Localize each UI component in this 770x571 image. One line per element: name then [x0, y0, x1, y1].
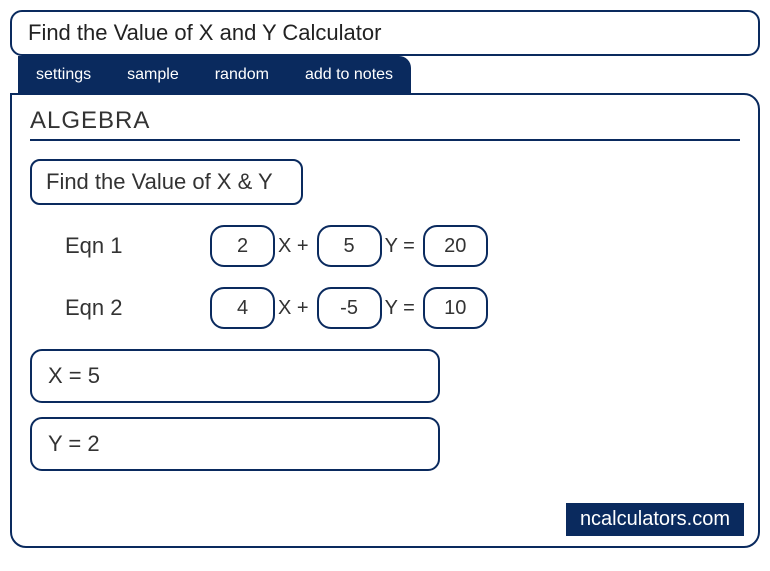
eqn1-x-plus-text: X +	[278, 235, 309, 258]
equation-row-2: Eqn 2 X + Y =	[30, 287, 740, 329]
eqn2-label: Eqn 2	[65, 295, 210, 321]
tab-add-to-notes[interactable]: add to notes	[287, 56, 411, 94]
tab-sample[interactable]: sample	[109, 56, 197, 94]
main-panel: ALGEBRA Find the Value of X & Y Eqn 1 X …	[10, 93, 760, 548]
eqn2-y-coefficient-input[interactable]	[317, 287, 382, 329]
result-x: X = 5	[30, 349, 440, 403]
watermark: ncalculators.com	[566, 503, 744, 536]
tab-random[interactable]: random	[197, 56, 287, 94]
result-y: Y = 2	[30, 417, 440, 471]
eqn1-x-coefficient-input[interactable]	[210, 225, 275, 267]
eqn1-y-coefficient-input[interactable]	[317, 225, 382, 267]
eqn2-x-coefficient-input[interactable]	[210, 287, 275, 329]
equation-row-1: Eqn 1 X + Y =	[30, 225, 740, 267]
tab-settings[interactable]: settings	[18, 56, 109, 94]
section-heading: ALGEBRA	[30, 107, 740, 141]
tabs-container: settings sample random add to notes	[18, 56, 411, 94]
eqn1-y-equals-text: Y =	[385, 235, 415, 258]
subtitle-box: Find the Value of X & Y	[30, 159, 303, 205]
page-title: Find the Value of X and Y Calculator	[10, 10, 760, 56]
eqn2-y-equals-text: Y =	[385, 297, 415, 320]
eqn1-label: Eqn 1	[65, 233, 210, 259]
eqn2-constant-input[interactable]	[423, 287, 488, 329]
eqn2-x-plus-text: X +	[278, 297, 309, 320]
eqn1-constant-input[interactable]	[423, 225, 488, 267]
